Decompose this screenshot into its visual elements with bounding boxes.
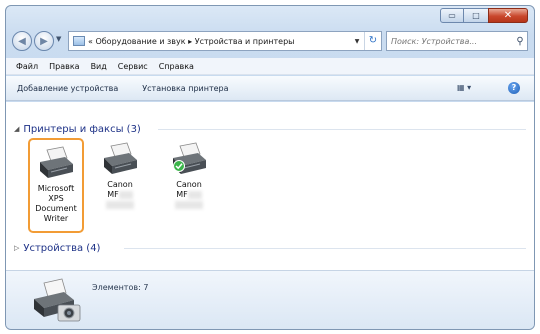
expand-arrow-icon: ▷ <box>14 244 20 252</box>
printer-name: Canon <box>176 180 202 189</box>
menu-edit[interactable]: Правка <box>49 62 79 71</box>
printer-icon <box>40 146 73 178</box>
menu-view[interactable]: Вид <box>91 62 107 71</box>
add-printer-button[interactable]: Установка принтера <box>142 84 228 93</box>
menu-help[interactable]: Справка <box>159 62 194 71</box>
search-box: ⚲ <box>386 31 528 51</box>
default-printer-check-icon <box>173 160 185 172</box>
address-path: « Оборудование и звук ▸ Устройства и при… <box>88 36 295 46</box>
printer-name: Microsoft XPS Document Writer <box>35 184 77 223</box>
refresh-button[interactable]: ↻ <box>364 32 381 50</box>
printer-item-canon-2[interactable]: Canon MF <box>161 138 217 210</box>
control-panel-icon <box>73 36 85 46</box>
group-label-printers: Принтеры и факсы (3) <box>23 123 141 135</box>
close-button[interactable]: ✕ <box>488 8 528 23</box>
printer-icon <box>104 142 137 174</box>
explorer-window: ▭ □ ✕ ◀ ▶ ▼ « Оборудование и звук ▸ Устр… <box>5 5 535 330</box>
printer-item-xps[interactable]: Microsoft XPS Document Writer <box>28 138 84 233</box>
back-arrow-icon: ◀ <box>18 35 26 47</box>
back-button[interactable]: ◀ <box>12 31 32 51</box>
command-bar: Добавление устройства Установка принтера… <box>6 76 534 101</box>
change-view-icon[interactable]: ▦ ▾ <box>457 83 471 92</box>
redacted-text <box>187 190 202 199</box>
printer-model: MF <box>92 190 148 200</box>
navigation-bar: ◀ ▶ ▼ « Оборудование и звук ▸ Устройства… <box>12 30 528 52</box>
collapse-arrow-icon: ◢ <box>14 125 20 133</box>
search-input[interactable] <box>387 36 513 46</box>
printer-item-canon-1[interactable]: Canon MF <box>92 138 148 210</box>
caption-buttons: ▭ □ ✕ <box>440 8 528 23</box>
details-pane: Элементов: 7 <box>6 270 534 329</box>
menu-tools[interactable]: Сервис <box>118 62 148 71</box>
recent-pages-chevron-icon[interactable]: ▼ <box>56 35 61 43</box>
group-divider <box>124 248 526 249</box>
search-icon[interactable]: ⚲ <box>513 36 527 47</box>
menu-file[interactable]: Файл <box>16 62 38 71</box>
address-bar[interactable]: « Оборудование и звук ▸ Устройства и при… <box>68 31 382 51</box>
maximize-button[interactable]: □ <box>464 8 488 23</box>
forward-button[interactable]: ▶ <box>34 31 54 51</box>
address-dropdown-icon[interactable]: ▼ <box>350 38 364 45</box>
redacted-text <box>175 200 203 209</box>
group-header-devices[interactable]: ▷ Устройства (4) <box>14 240 100 256</box>
group-divider <box>158 129 526 130</box>
printer-name: Canon <box>107 180 133 189</box>
forward-arrow-icon: ▶ <box>40 35 48 47</box>
group-header-printers[interactable]: ◢ Принтеры и факсы (3) <box>14 121 141 137</box>
redacted-text <box>118 190 133 199</box>
printer-model: MF <box>161 190 217 200</box>
help-icon[interactable]: ? <box>508 82 520 94</box>
group-label-devices: Устройства (4) <box>23 242 101 254</box>
minimize-button[interactable]: ▭ <box>440 8 464 23</box>
item-count: Элементов: 7 <box>92 283 149 292</box>
devices-printer-camera-icon <box>34 278 81 322</box>
menu-bar: Файл Правка Вид Сервис Справка <box>6 58 534 75</box>
redacted-text <box>106 200 134 209</box>
printer-series <box>161 200 217 210</box>
printer-series <box>92 200 148 210</box>
add-device-button[interactable]: Добавление устройства <box>17 84 118 93</box>
